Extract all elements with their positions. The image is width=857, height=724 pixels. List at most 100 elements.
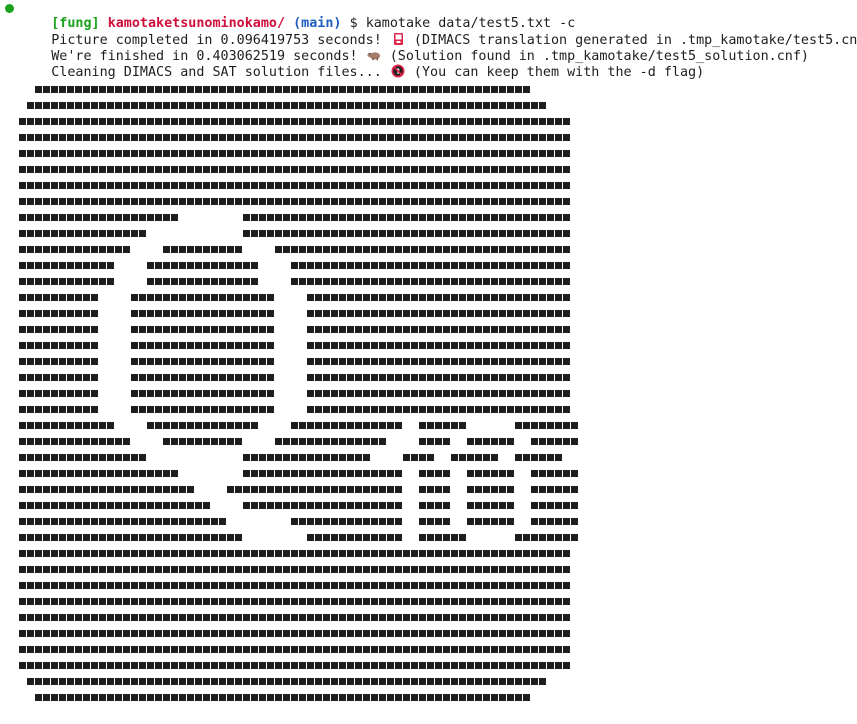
- art-block: [187, 374, 194, 381]
- art-block: [483, 438, 490, 445]
- art-block: [227, 678, 234, 685]
- art-block: [411, 390, 418, 397]
- art-block: [179, 646, 186, 653]
- art-block: [203, 278, 210, 285]
- art-block: [411, 310, 418, 317]
- art-block: [491, 646, 498, 653]
- art-block: [131, 550, 138, 557]
- art-block: [571, 502, 578, 509]
- art-block: [43, 550, 50, 557]
- art-block: [187, 278, 194, 285]
- art-block: [475, 118, 482, 125]
- art-block: [187, 566, 194, 573]
- art-block: [139, 678, 146, 685]
- art-block: [227, 438, 234, 445]
- art-block: [155, 614, 162, 621]
- art-block: [443, 342, 450, 349]
- art-block: [339, 150, 346, 157]
- art-block: [43, 630, 50, 637]
- art-block: [171, 422, 178, 429]
- art-block: [147, 534, 154, 541]
- art-block: [491, 86, 498, 93]
- art-block: [163, 502, 170, 509]
- art-block: [43, 534, 50, 541]
- art-block: [451, 454, 458, 461]
- art-block: [203, 614, 210, 621]
- art-block: [19, 598, 26, 605]
- art-block: [307, 534, 314, 541]
- art-block: [35, 374, 42, 381]
- art-block: [99, 502, 106, 509]
- art-block: [467, 166, 474, 173]
- art-block: [299, 278, 306, 285]
- art-block: [323, 566, 330, 573]
- art-block: [219, 614, 226, 621]
- art-block: [259, 454, 266, 461]
- art-block: [307, 630, 314, 637]
- art-block: [147, 326, 154, 333]
- art-block: [403, 566, 410, 573]
- art-block: [139, 662, 146, 669]
- art-block: [347, 438, 354, 445]
- art-block: [443, 246, 450, 253]
- art-block: [147, 262, 154, 269]
- art-block: [187, 198, 194, 205]
- art-block: [347, 598, 354, 605]
- art-block: [563, 198, 570, 205]
- art-block: [371, 422, 378, 429]
- art-block: [51, 550, 58, 557]
- art-block: [411, 582, 418, 589]
- art-block: [75, 374, 82, 381]
- art-block: [99, 182, 106, 189]
- art-block: [403, 342, 410, 349]
- art-block: [83, 230, 90, 237]
- art-block: [67, 630, 74, 637]
- art-block: [363, 598, 370, 605]
- art-block: [91, 310, 98, 317]
- art-block: [435, 518, 442, 525]
- art-block: [515, 278, 522, 285]
- art-block: [547, 310, 554, 317]
- art-block: [75, 694, 82, 701]
- art-block: [563, 550, 570, 557]
- art-block: [339, 566, 346, 573]
- art-block: [139, 182, 146, 189]
- art-block: [243, 614, 250, 621]
- art-block: [331, 390, 338, 397]
- art-block: [139, 694, 146, 701]
- art-block: [355, 598, 362, 605]
- art-block: [507, 310, 514, 317]
- art-block: [499, 118, 506, 125]
- art-block: [179, 390, 186, 397]
- art-block: [187, 246, 194, 253]
- art-block: [539, 582, 546, 589]
- art-block: [203, 534, 210, 541]
- art-block: [379, 646, 386, 653]
- art-block: [243, 630, 250, 637]
- art-block: [107, 534, 114, 541]
- art-block: [427, 550, 434, 557]
- art-block: [67, 198, 74, 205]
- art-block: [251, 310, 258, 317]
- art-block: [187, 150, 194, 157]
- art-block: [27, 406, 34, 413]
- art-block: [523, 86, 530, 93]
- art-block: [259, 358, 266, 365]
- art-block: [483, 182, 490, 189]
- art-block: [347, 454, 354, 461]
- art-block: [219, 662, 226, 669]
- art-block: [331, 118, 338, 125]
- art-block: [451, 278, 458, 285]
- art-block: [267, 646, 274, 653]
- art-block: [363, 214, 370, 221]
- terminal-window[interactable]: [fung] kamotaketsunominokamo/ (main) $ k…: [0, 0, 857, 724]
- art-block: [139, 310, 146, 317]
- art-block: [483, 454, 490, 461]
- art-block: [147, 294, 154, 301]
- art-block: [379, 294, 386, 301]
- art-block: [331, 534, 338, 541]
- art-block: [419, 662, 426, 669]
- art-block: [523, 246, 530, 253]
- art-block: [459, 182, 466, 189]
- art-block: [555, 422, 562, 429]
